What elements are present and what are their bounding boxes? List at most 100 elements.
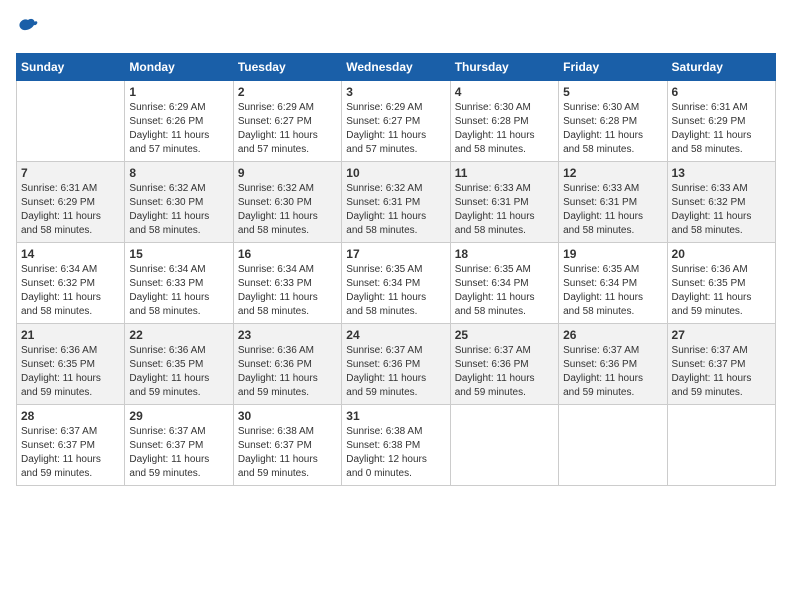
day-info: Sunrise: 6:29 AM Sunset: 6:27 PM Dayligh… xyxy=(238,101,337,157)
calendar-cell xyxy=(667,405,775,486)
calendar-cell: 14 Sunrise: 6:34 AM Sunset: 6:32 PM Dayli… xyxy=(17,243,125,324)
day-info: Sunrise: 6:37 AM Sunset: 6:37 PM Dayligh… xyxy=(21,425,120,481)
day-number: 30 xyxy=(238,409,337,423)
day-info: Sunrise: 6:32 AM Sunset: 6:31 PM Dayligh… xyxy=(346,182,445,238)
calendar-cell: 22 Sunrise: 6:36 AM Sunset: 6:35 PM Dayli… xyxy=(125,324,233,405)
calendar-cell: 8 Sunrise: 6:32 AM Sunset: 6:30 PM Daylig… xyxy=(125,162,233,243)
day-number: 17 xyxy=(346,247,445,261)
calendar-header: SundayMondayTuesdayWednesdayThursdayFrid… xyxy=(17,54,776,81)
calendar-cell: 16Sunrise: 6:34 AM Sunset: 6:33 PM Dayli… xyxy=(233,243,341,324)
calendar-cell: 31Sunrise: 6:38 AM Sunset: 6:38 PM Dayli… xyxy=(342,405,450,486)
day-number: 15 xyxy=(129,247,228,261)
day-info: Sunrise: 6:35 AM Sunset: 6:34 PM Dayligh… xyxy=(455,263,554,319)
day-number: 26 xyxy=(563,328,662,342)
day-info: Sunrise: 6:37 AM Sunset: 6:37 PM Dayligh… xyxy=(129,425,228,481)
calendar-cell: 17 Sunrise: 6:35 AM Sunset: 6:34 PM Dayli… xyxy=(342,243,450,324)
day-number: 1 xyxy=(129,85,228,99)
day-info: Sunrise: 6:36 AM Sunset: 6:35 PM Dayligh… xyxy=(21,344,120,400)
day-info: Sunrise: 6:38 AM Sunset: 6:37 PM Dayligh… xyxy=(238,425,337,481)
calendar-cell: 26 Sunrise: 6:37 AM Sunset: 6:36 PM Dayli… xyxy=(559,324,667,405)
calendar-week-row: 28 Sunrise: 6:37 AM Sunset: 6:37 PM Dayli… xyxy=(17,405,776,486)
calendar-cell: 7Sunrise: 6:31 AM Sunset: 6:29 PM Daylig… xyxy=(17,162,125,243)
calendar-cell: 9 Sunrise: 6:32 AM Sunset: 6:30 PM Daylig… xyxy=(233,162,341,243)
day-info: Sunrise: 6:29 AM Sunset: 6:26 PM Dayligh… xyxy=(129,101,228,157)
day-number: 11 xyxy=(455,166,554,180)
day-info: Sunrise: 6:37 AM Sunset: 6:36 PM Dayligh… xyxy=(455,344,554,400)
day-info: Sunrise: 6:38 AM Sunset: 6:38 PM Dayligh… xyxy=(346,425,445,481)
weekday-header: Thursday xyxy=(450,54,558,81)
day-info: Sunrise: 6:36 AM Sunset: 6:35 PM Dayligh… xyxy=(129,344,228,400)
day-info: Sunrise: 6:32 AM Sunset: 6:30 PM Dayligh… xyxy=(238,182,337,238)
calendar-cell: 15 Sunrise: 6:34 AM Sunset: 6:33 PM Dayli… xyxy=(125,243,233,324)
weekday-header: Monday xyxy=(125,54,233,81)
day-number: 9 xyxy=(238,166,337,180)
calendar-cell: 2 Sunrise: 6:29 AM Sunset: 6:27 PM Daylig… xyxy=(233,81,341,162)
calendar-week-row: 21 Sunrise: 6:36 AM Sunset: 6:35 PM Dayli… xyxy=(17,324,776,405)
day-info: Sunrise: 6:30 AM Sunset: 6:28 PM Dayligh… xyxy=(563,101,662,157)
weekday-header: Tuesday xyxy=(233,54,341,81)
calendar-cell: 24 Sunrise: 6:37 AM Sunset: 6:36 PM Dayli… xyxy=(342,324,450,405)
day-info: Sunrise: 6:34 AM Sunset: 6:33 PM Dayligh… xyxy=(238,263,337,319)
day-number: 20 xyxy=(672,247,771,261)
day-info: Sunrise: 6:34 AM Sunset: 6:32 PM Dayligh… xyxy=(21,263,120,319)
day-info: Sunrise: 6:33 AM Sunset: 6:31 PM Dayligh… xyxy=(563,182,662,238)
day-number: 22 xyxy=(129,328,228,342)
weekday-header: Wednesday xyxy=(342,54,450,81)
day-info: Sunrise: 6:35 AM Sunset: 6:34 PM Dayligh… xyxy=(563,263,662,319)
weekday-header: Friday xyxy=(559,54,667,81)
calendar-cell: 12 Sunrise: 6:33 AM Sunset: 6:31 PM Dayli… xyxy=(559,162,667,243)
day-number: 21 xyxy=(21,328,120,342)
day-info: Sunrise: 6:37 AM Sunset: 6:36 PM Dayligh… xyxy=(563,344,662,400)
weekday-header: Saturday xyxy=(667,54,775,81)
logo-bird-icon xyxy=(16,16,40,40)
calendar-cell: 21 Sunrise: 6:36 AM Sunset: 6:35 PM Dayli… xyxy=(17,324,125,405)
logo xyxy=(16,16,42,45)
calendar-cell: 19 Sunrise: 6:35 AM Sunset: 6:34 PM Dayli… xyxy=(559,243,667,324)
day-number: 8 xyxy=(129,166,228,180)
day-number: 13 xyxy=(672,166,771,180)
day-info: Sunrise: 6:37 AM Sunset: 6:37 PM Dayligh… xyxy=(672,344,771,400)
day-info: Sunrise: 6:34 AM Sunset: 6:33 PM Dayligh… xyxy=(129,263,228,319)
day-info: Sunrise: 6:29 AM Sunset: 6:27 PM Dayligh… xyxy=(346,101,445,157)
calendar-week-row: 1 Sunrise: 6:29 AM Sunset: 6:26 PM Daylig… xyxy=(17,81,776,162)
day-number: 19 xyxy=(563,247,662,261)
calendar-cell xyxy=(559,405,667,486)
day-number: 23 xyxy=(238,328,337,342)
calendar-cell: 27 Sunrise: 6:37 AM Sunset: 6:37 PM Dayli… xyxy=(667,324,775,405)
day-number: 25 xyxy=(455,328,554,342)
day-number: 2 xyxy=(238,85,337,99)
calendar-week-row: 7Sunrise: 6:31 AM Sunset: 6:29 PM Daylig… xyxy=(17,162,776,243)
calendar-cell: 23 Sunrise: 6:36 AM Sunset: 6:36 PM Dayli… xyxy=(233,324,341,405)
page-header xyxy=(16,16,776,45)
day-info: Sunrise: 6:32 AM Sunset: 6:30 PM Dayligh… xyxy=(129,182,228,238)
day-number: 18 xyxy=(455,247,554,261)
day-number: 10 xyxy=(346,166,445,180)
day-info: Sunrise: 6:37 AM Sunset: 6:36 PM Dayligh… xyxy=(346,344,445,400)
calendar-cell xyxy=(450,405,558,486)
day-info: Sunrise: 6:31 AM Sunset: 6:29 PM Dayligh… xyxy=(21,182,120,238)
day-info: Sunrise: 6:36 AM Sunset: 6:35 PM Dayligh… xyxy=(672,263,771,319)
day-number: 29 xyxy=(129,409,228,423)
day-number: 28 xyxy=(21,409,120,423)
day-info: Sunrise: 6:33 AM Sunset: 6:32 PM Dayligh… xyxy=(672,182,771,238)
calendar-cell: 4Sunrise: 6:30 AM Sunset: 6:28 PM Daylig… xyxy=(450,81,558,162)
day-number: 3 xyxy=(346,85,445,99)
calendar-cell: 1 Sunrise: 6:29 AM Sunset: 6:26 PM Daylig… xyxy=(125,81,233,162)
day-info: Sunrise: 6:33 AM Sunset: 6:31 PM Dayligh… xyxy=(455,182,554,238)
day-number: 12 xyxy=(563,166,662,180)
day-number: 24 xyxy=(346,328,445,342)
weekday-header: Sunday xyxy=(17,54,125,81)
calendar-cell: 13 Sunrise: 6:33 AM Sunset: 6:32 PM Dayli… xyxy=(667,162,775,243)
calendar-cell: 18 Sunrise: 6:35 AM Sunset: 6:34 PM Dayli… xyxy=(450,243,558,324)
calendar-cell: 3 Sunrise: 6:29 AM Sunset: 6:27 PM Daylig… xyxy=(342,81,450,162)
day-info: Sunrise: 6:36 AM Sunset: 6:36 PM Dayligh… xyxy=(238,344,337,400)
day-number: 14 xyxy=(21,247,120,261)
calendar-cell: 25 Sunrise: 6:37 AM Sunset: 6:36 PM Dayli… xyxy=(450,324,558,405)
calendar-cell: 6Sunrise: 6:31 AM Sunset: 6:29 PM Daylig… xyxy=(667,81,775,162)
day-number: 27 xyxy=(672,328,771,342)
calendar-cell: 20 Sunrise: 6:36 AM Sunset: 6:35 PM Dayli… xyxy=(667,243,775,324)
day-info: Sunrise: 6:35 AM Sunset: 6:34 PM Dayligh… xyxy=(346,263,445,319)
calendar-cell xyxy=(17,81,125,162)
calendar-week-row: 14 Sunrise: 6:34 AM Sunset: 6:32 PM Dayli… xyxy=(17,243,776,324)
calendar-table: SundayMondayTuesdayWednesdayThursdayFrid… xyxy=(16,53,776,486)
